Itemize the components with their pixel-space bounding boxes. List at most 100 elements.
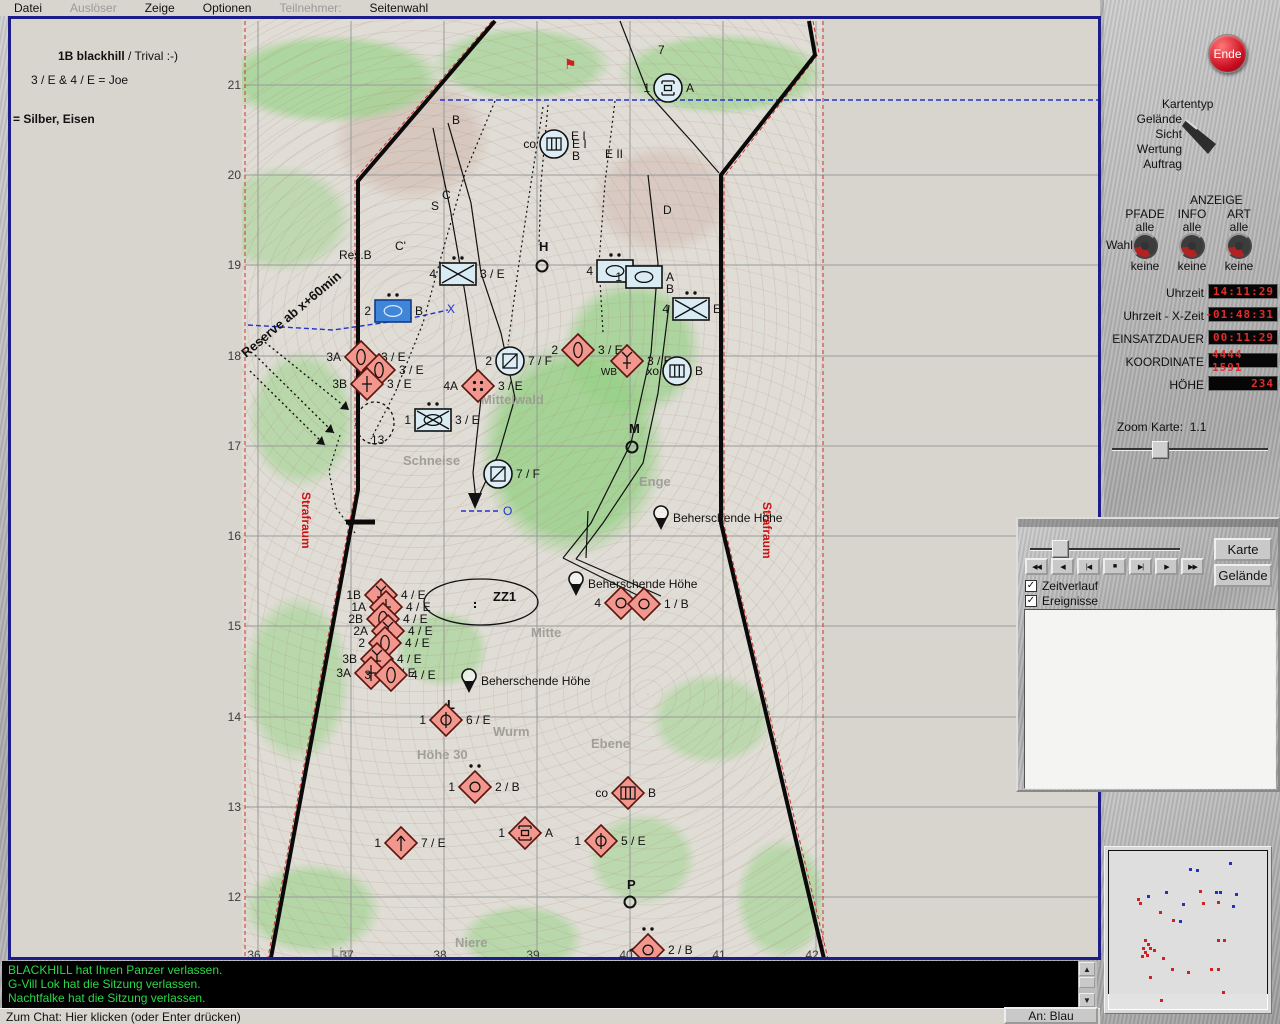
kartentyp-option-wertung[interactable]: Wertung <box>1104 142 1182 156</box>
timeline-slider-thumb[interactable] <box>1052 540 1069 558</box>
menu-item-seitenwahl[interactable]: Seitenwahl <box>355 1 442 15</box>
unit-label-right: 3 / E <box>455 413 480 427</box>
pin-circle-icon <box>461 668 477 684</box>
minimap-dot <box>1172 919 1175 922</box>
menu-item-datei[interactable]: Datei <box>0 1 56 15</box>
minimap-dot <box>1210 968 1213 971</box>
unit-symbol[interactable]: 1A <box>643 73 694 103</box>
anzeige-knob-info[interactable] <box>1179 233 1205 259</box>
unit-label-left: 3A <box>326 350 341 364</box>
minimap-dot <box>1189 868 1192 871</box>
objective-ellipse <box>423 578 539 626</box>
checkbox-zeitverlauf[interactable]: ✓ <box>1025 580 1037 592</box>
unit-label-left: 3B <box>332 377 347 391</box>
unit-label-sub: WB <box>601 367 617 378</box>
chat-scroll-down-icon[interactable]: ▼ <box>1079 993 1095 1007</box>
pin-label: Beherschende Höhe <box>673 511 783 525</box>
unit-symbol[interactable]: 1 6 / E <box>419 702 491 738</box>
unit-label-right: 3 / E <box>399 363 424 377</box>
minimap-dot <box>1215 891 1218 894</box>
anzeige-alle-label[interactable]: alle <box>1167 220 1217 234</box>
grid-label-x: 36 <box>247 948 261 960</box>
minimap-window[interactable] <box>1104 846 1272 1014</box>
glyph-dot <box>472 380 477 385</box>
vcr-button-6[interactable]: ▶▶ <box>1181 558 1204 575</box>
point-marker-circle <box>535 259 549 273</box>
map-label-mittelwald: Mittelwald <box>481 392 544 407</box>
chat-scroll-thumb[interactable] <box>1079 977 1095 988</box>
playback-titlebar[interactable] <box>1018 519 1278 527</box>
unit-symbol[interactable]: 4 3 / E <box>429 256 505 286</box>
vcr-button-2[interactable]: |◀ <box>1077 558 1100 575</box>
event-list[interactable] <box>1024 609 1276 789</box>
menu-item-zeige[interactable]: Zeige <box>131 1 189 15</box>
minimap-dot <box>1217 901 1220 904</box>
anzeige-alle-label[interactable]: alle <box>1120 220 1170 234</box>
vcr-button-0[interactable]: ◀◀ <box>1025 558 1048 575</box>
kartentyp-option-auftrag[interactable]: Auftrag <box>1104 157 1182 171</box>
unit-frame <box>610 775 646 811</box>
chat-status-bar[interactable]: Zum Chat: Hier klicken (oder Enter drück… <box>0 1008 1100 1024</box>
chat-scroll-up-icon[interactable]: ▲ <box>1079 962 1095 976</box>
anzeige-keine-label[interactable]: keine <box>1214 259 1264 273</box>
anzeige-keine-label[interactable]: keine <box>1167 259 1217 273</box>
zoom-slider-thumb[interactable] <box>1152 441 1169 459</box>
glyph-dot <box>472 387 477 392</box>
unit-symbol[interactable]: 7 / F <box>483 459 540 489</box>
unit-frame <box>539 129 569 159</box>
unit-symbol[interactable]: 1 7 / E <box>374 825 446 861</box>
vcr-button-4[interactable]: ▶| <box>1129 558 1152 575</box>
chat-recipient-button[interactable]: An: Blau <box>1004 1007 1098 1024</box>
unit-label-left: 4A <box>443 379 458 393</box>
checkbox-ereignisse[interactable]: ✓ <box>1025 595 1037 607</box>
ende-button[interactable]: Ende <box>1208 34 1247 73</box>
unit-symbol[interactable]: 1 3 / E <box>404 402 480 432</box>
minimap-area[interactable] <box>1108 850 1268 996</box>
app-root: { "menu": {"items": [ {"label": "Datei",… <box>0 0 1280 1024</box>
height-objective-pin: Beherschende Höhe <box>461 668 591 693</box>
echelon-dot <box>469 764 473 768</box>
anzeige-knob-art[interactable] <box>1226 233 1252 259</box>
vcr-button-1[interactable]: ◀ <box>1051 558 1074 575</box>
checkbox-label: Zeitverlauf <box>1042 579 1099 593</box>
kartentyp-option-sicht[interactable]: Sicht <box>1104 127 1182 141</box>
zoom-slider-track[interactable] <box>1112 448 1268 451</box>
map-window[interactable]: 36 37 38 39 40 41 42 21 20 19 18 17 16 15 14 13 12 Mittel… <box>8 16 1101 960</box>
menu-item-optionen[interactable]: Optionen <box>189 1 266 15</box>
minimap-dot <box>1222 991 1225 994</box>
minimap-dot <box>1223 939 1226 942</box>
kartentyp-pointer-knob[interactable] <box>1182 108 1242 158</box>
minimap-dot <box>1160 999 1163 1002</box>
vcr-button-3[interactable]: ■ <box>1103 558 1126 575</box>
unit-symbol[interactable]: 2 7 / F <box>485 346 552 376</box>
anzeige-keine-label[interactable]: keine <box>1120 259 1170 273</box>
anzeige-alle-label[interactable]: alle <box>1214 220 1264 234</box>
unit-frame <box>653 73 683 103</box>
kartentyp-option-gelnde[interactable]: Gelände <box>1104 112 1182 126</box>
minimap-dot <box>1235 893 1238 896</box>
map-label-13: 13 <box>371 433 385 447</box>
unit-symbol[interactable]: 1 5 / E <box>574 823 646 859</box>
unit-symbol[interactable]: co B <box>595 775 656 811</box>
scenario-title-rest: / Trival :-) <box>124 49 179 63</box>
anzeige-header: ANZEIGE <box>1190 193 1243 207</box>
anzeige-knob-pfade[interactable] <box>1132 233 1158 259</box>
unit-symbol[interactable]: 2B <box>364 293 423 323</box>
playback-gelnde-button[interactable]: Gelände <box>1214 564 1272 587</box>
readout-value-1: -01:48:31 <box>1205 307 1278 322</box>
unit-label-left: 4 <box>586 264 593 278</box>
unit-symbol[interactable]: 1 / B <box>626 586 689 622</box>
anzeige-col-name-pfade: PFADE <box>1125 207 1165 221</box>
minimap-dot <box>1217 939 1220 942</box>
unit-symbol[interactable]: 1 2 / B <box>448 764 520 805</box>
reserve-arrow <box>254 354 335 434</box>
chat-scrollbar[interactable]: ▲ ▼ <box>1078 961 1097 1008</box>
chat-log[interactable]: BLACKHILL hat Ihren Panzer verlassen. G-V… <box>2 961 1078 1008</box>
playback-karte-button[interactable]: Karte <box>1214 538 1272 561</box>
unit-symbol[interactable]: 2 / B <box>630 927 693 960</box>
echelon-dot <box>609 253 613 257</box>
pin-label: Beherschende Höhe <box>588 577 698 591</box>
pin-label: Beherschende Höhe <box>481 674 591 688</box>
unit-symbol[interactable]: 1A <box>498 815 553 851</box>
vcr-button-5[interactable]: ▶ <box>1155 558 1178 575</box>
